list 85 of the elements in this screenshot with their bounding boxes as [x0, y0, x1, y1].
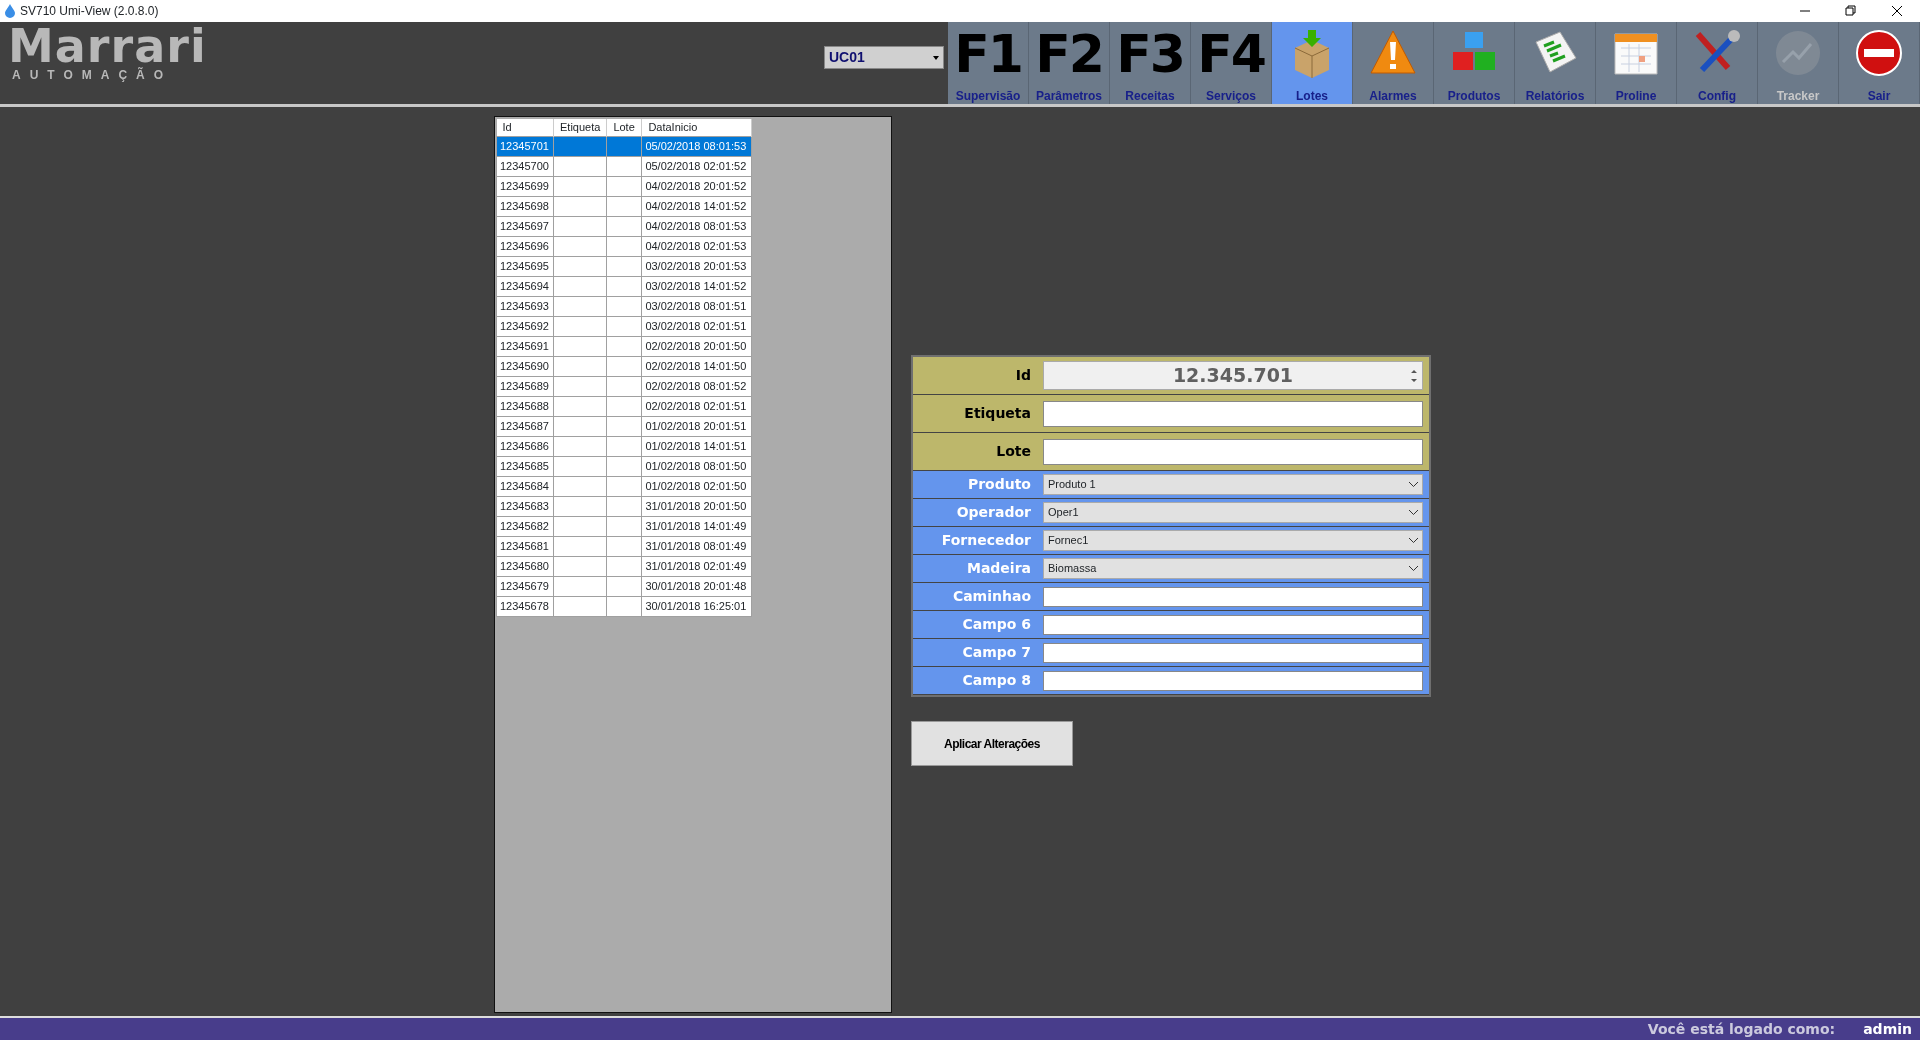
- id-spin-field[interactable]: 12.345.701: [1043, 361, 1423, 390]
- table-cell: 12345696: [496, 236, 554, 256]
- toolbar-button[interactable]: Proline: [1596, 22, 1677, 104]
- table-cell: 12345698: [496, 196, 554, 216]
- logo-tagline: AUTOMAÇÃO: [12, 66, 173, 84]
- spin-arrows-icon: [1410, 367, 1418, 384]
- chevron-icon: [1409, 538, 1418, 543]
- close-icon[interactable]: [1891, 5, 1903, 17]
- toolbar-button[interactable]: Lotes: [1272, 22, 1353, 104]
- table-cell: 12345679: [496, 576, 554, 596]
- toolbar-button[interactable]: F2 Parâmetros: [1029, 22, 1110, 104]
- column-header: Id: [496, 119, 554, 136]
- toolbar-button[interactable]: Relatórios: [1515, 22, 1596, 104]
- table-cell: 12345694: [496, 276, 554, 296]
- table-cell: 12345690: [496, 356, 554, 376]
- toolbar-button[interactable]: F3 Receitas: [1110, 22, 1191, 104]
- input-field[interactable]: [1043, 400, 1423, 427]
- dropdown-field[interactable]: Biomassa: [1043, 558, 1423, 579]
- app-drop-icon: [4, 4, 16, 18]
- column-header: DataInicio: [641, 119, 752, 136]
- toolbar-button[interactable]: Sair: [1839, 22, 1920, 104]
- function-key-label: F1: [954, 24, 1022, 84]
- dropdown-field[interactable]: Oper1: [1043, 502, 1423, 523]
- toolbar-button-label: Receitas: [1125, 89, 1175, 103]
- table-cell: 12345682: [496, 516, 554, 536]
- function-key-label: F4: [1197, 24, 1265, 84]
- input-field[interactable]: [1043, 586, 1423, 607]
- toolbar-button-label: Produtos: [1447, 89, 1501, 103]
- table-cell: 12345680: [496, 556, 554, 576]
- toolbar-button[interactable]: F1 Supervisão: [948, 22, 1029, 104]
- table-cell: 12345701: [496, 136, 554, 156]
- toolbar-button[interactable]: Config: [1677, 22, 1758, 104]
- toolbar-button-label: Lotes: [1296, 89, 1328, 103]
- table-cell: 12345686: [496, 436, 554, 456]
- toolbar-button-label: Serviços: [1205, 89, 1256, 103]
- restore-icon[interactable]: [1845, 5, 1857, 17]
- table-cell: 12345678: [496, 596, 554, 616]
- unit-select[interactable]: UC01: [824, 46, 944, 69]
- input-field[interactable]: [1043, 642, 1423, 663]
- table-cell: 12345684: [496, 476, 554, 496]
- username: admin: [1863, 1019, 1912, 1039]
- table-cell: 12345683: [496, 496, 554, 516]
- toolbar-button-label: Parâmetros: [1035, 89, 1102, 103]
- toolbar-button-label: Supervisão: [955, 89, 1021, 103]
- table-cell: 12345691: [496, 336, 554, 356]
- chart-icon: [1773, 28, 1823, 78]
- no-entry-icon: [1854, 28, 1904, 78]
- table-cell: 12345692: [496, 316, 554, 336]
- chevron-icon: [1409, 482, 1418, 487]
- table-cell: 12345695: [496, 256, 554, 276]
- column-header: Etiqueta: [553, 119, 607, 136]
- chevron-icon: [1409, 510, 1418, 515]
- table-cell: 12345689: [496, 376, 554, 396]
- toolbar-button-label: Relatórios: [1525, 89, 1585, 103]
- toolbar-button[interactable]: F4 Serviços: [1191, 22, 1272, 104]
- table-cell: 12345699: [496, 176, 554, 196]
- table-cell: 05/02/2018 08:01:53: [641, 136, 752, 156]
- toolbar-button-label: Sair: [1867, 89, 1891, 103]
- input-field[interactable]: [1043, 438, 1423, 465]
- table-cell: 12345685: [496, 456, 554, 476]
- toolbar-button[interactable]: Alarmes: [1353, 22, 1434, 104]
- toolbar-button-label: Tracker: [1776, 89, 1820, 103]
- table-cell: 12345700: [496, 156, 554, 176]
- dropdown-field[interactable]: Produto 1: [1043, 474, 1423, 495]
- function-key-label: F2: [1035, 24, 1103, 84]
- function-key-label: F3: [1116, 24, 1184, 84]
- toolbar-button-label: Proline: [1615, 89, 1657, 103]
- apply-button[interactable]: Aplicar Alterações: [911, 721, 1073, 766]
- dropdown-field[interactable]: Fornec1: [1043, 530, 1423, 551]
- toolbar-button-label: Alarmes: [1369, 89, 1417, 103]
- chevron-icon: [1409, 566, 1418, 571]
- table-cell: 12345687: [496, 416, 554, 436]
- toolbar-button[interactable]: Produtos: [1434, 22, 1515, 104]
- logo-text: Marrari: [8, 26, 207, 66]
- table-cell: 12345697: [496, 216, 554, 236]
- column-header: Lote: [606, 119, 642, 136]
- table-cell: 12345693: [496, 296, 554, 316]
- table-cell: 12345681: [496, 536, 554, 556]
- input-field[interactable]: [1043, 614, 1423, 635]
- table-cell: 12345688: [496, 396, 554, 416]
- input-field[interactable]: [1043, 670, 1423, 691]
- login-label: Você está logado como:: [1647, 1019, 1836, 1039]
- caret-icon: [933, 55, 939, 60]
- window-title: SV710 Umi-View (2.0.8.0): [20, 3, 160, 20]
- toolbar-button-label: Config: [1698, 89, 1736, 103]
